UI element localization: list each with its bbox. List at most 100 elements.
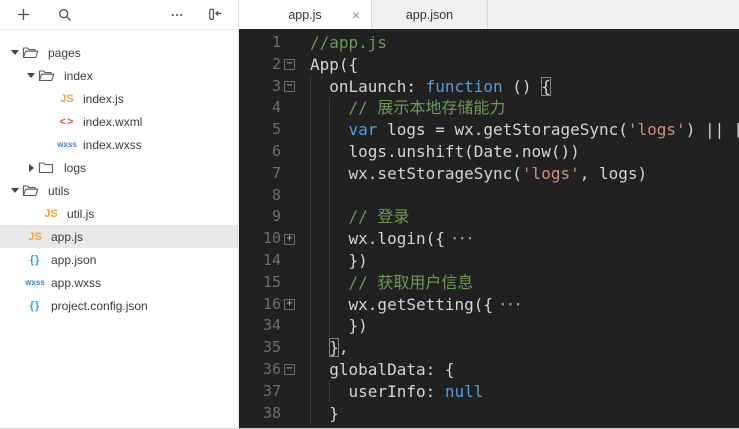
line-number: 34 xyxy=(239,315,281,337)
chevron-down-icon[interactable] xyxy=(8,50,22,55)
line-number: 9 xyxy=(239,206,281,228)
tree-folder-pages[interactable]: pages xyxy=(0,41,238,64)
line-number: 5 xyxy=(239,119,281,141)
close-icon[interactable]: × xyxy=(352,8,360,22)
tree-file-app.wxss[interactable]: wxssapp.wxss xyxy=(0,271,238,294)
code-token xyxy=(310,98,349,117)
fold-gutter: + xyxy=(281,294,298,316)
indent-guide xyxy=(329,185,330,207)
code-token: // 获取用户信息 xyxy=(349,273,474,292)
folder-open-icon xyxy=(22,184,40,197)
fold-collapse-icon[interactable]: − xyxy=(284,81,295,92)
fold-expand-icon[interactable]: + xyxy=(284,299,295,310)
fold-collapse-icon[interactable]: − xyxy=(284,59,295,70)
tree-file-index.js[interactable]: JSindex.js xyxy=(0,87,238,110)
tree-item-label: app.json xyxy=(51,253,96,267)
code-token: { xyxy=(541,77,551,96)
code-token: wx.getSetting({ xyxy=(310,295,493,314)
fold-gutter xyxy=(281,141,298,163)
code-content: }) xyxy=(298,315,739,337)
tree-item-label: app.wxss xyxy=(51,276,101,290)
tree-item-label: util.js xyxy=(67,207,94,221)
tree-file-util.js[interactable]: JSutil.js xyxy=(0,202,238,225)
code-token: function xyxy=(426,77,503,96)
code-token: } xyxy=(329,338,339,357)
line-number: 37 xyxy=(239,381,281,403)
fold-expand-icon[interactable]: + xyxy=(284,234,295,245)
code-content: wx.getSetting({··· xyxy=(298,294,739,316)
tree-file-index.wxss[interactable]: wxssindex.wxss xyxy=(0,133,238,156)
code-line: 4 // 展示本地存储能力 xyxy=(239,97,739,119)
collapse-sidebar-icon xyxy=(208,7,223,22)
tree-file-app.json[interactable]: {}app.json xyxy=(0,248,238,271)
line-number: 14 xyxy=(239,250,281,272)
new-file-button[interactable] xyxy=(14,6,32,24)
code-line: 5 var logs = wx.getStorageSync('logs') |… xyxy=(239,119,739,141)
line-number: 16 xyxy=(239,294,281,316)
tree-file-index.wxml[interactable]: <>index.wxml xyxy=(0,110,238,133)
file-icon-js: JS xyxy=(38,209,64,219)
tab-bar: app.js×app.json xyxy=(239,0,739,29)
fold-collapse-icon[interactable]: − xyxy=(284,364,295,375)
fold-gutter xyxy=(281,97,298,119)
fold-gutter xyxy=(281,163,298,185)
tree-item-label: index.wxss xyxy=(83,138,142,152)
line-number: 6 xyxy=(239,141,281,163)
app-window: pagesindexJSindex.js<>index.wxmlwxssinde… xyxy=(0,0,739,429)
code-line: 37 userInfo: null xyxy=(239,381,739,403)
chevron-down-icon[interactable] xyxy=(8,188,22,193)
code-content xyxy=(298,185,739,207)
fold-gutter: − xyxy=(281,76,298,98)
file-icon-wxml: <> xyxy=(54,117,80,127)
code-line: 2−App({ xyxy=(239,54,739,76)
file-icon-json: {} xyxy=(22,255,48,265)
code-line: 16+ wx.getSetting({··· xyxy=(239,294,739,316)
code-line: 3− onLaunch: function () { xyxy=(239,76,739,98)
tree-folder-index[interactable]: index xyxy=(0,64,238,87)
fold-gutter: − xyxy=(281,54,298,76)
tree-file-project.config.json[interactable]: {}project.config.json xyxy=(0,294,238,317)
explorer-toolbar xyxy=(0,0,238,30)
file-explorer-sidebar: pagesindexJSindex.js<>index.wxmlwxssinde… xyxy=(0,0,239,428)
tree-folder-logs[interactable]: logs xyxy=(0,156,238,179)
line-number: 3 xyxy=(239,76,281,98)
search-button[interactable] xyxy=(56,6,74,24)
code-content: wx.setStorageSync('logs', logs) xyxy=(298,163,739,185)
tree-folder-utils[interactable]: utils xyxy=(0,179,238,202)
code-token: }) xyxy=(310,251,368,270)
line-number: 35 xyxy=(239,337,281,359)
code-content: // 登录 xyxy=(298,206,739,228)
fold-gutter xyxy=(281,403,298,425)
collapse-sidebar-button[interactable] xyxy=(206,6,224,24)
code-content: logs.unshift(Date.now()) xyxy=(298,141,739,163)
file-icon-wxss: wxss xyxy=(54,140,80,150)
more-actions-button[interactable] xyxy=(168,6,186,24)
tab-app.js[interactable]: app.js× xyxy=(239,0,372,29)
file-tree: pagesindexJSindex.js<>index.wxmlwxssinde… xyxy=(0,30,238,428)
folder-open-icon xyxy=(38,69,56,82)
code-line: 1//app.js xyxy=(239,32,739,54)
fold-gutter xyxy=(281,32,298,54)
code-token: 'logs' xyxy=(522,164,580,183)
chevron-down-icon[interactable] xyxy=(24,73,38,78)
indent-guide xyxy=(310,185,311,207)
code-token: ··· xyxy=(450,229,473,248)
code-line: 14 }) xyxy=(239,250,739,272)
code-token: wx.login({ xyxy=(310,229,445,248)
file-icon-js: JS xyxy=(54,94,80,104)
code-content: }, xyxy=(298,337,739,359)
tree-item-label: pages xyxy=(48,46,81,60)
line-number: 10 xyxy=(239,228,281,250)
code-token: () xyxy=(503,77,542,96)
code-editor[interactable]: 1//app.js2−App({3− onLaunch: function ()… xyxy=(239,29,739,428)
code-token xyxy=(310,338,329,357)
code-content: globalData: { xyxy=(298,359,739,381)
code-line: 8 xyxy=(239,185,739,207)
chevron-right-icon[interactable] xyxy=(24,164,38,172)
line-number: 1 xyxy=(239,32,281,54)
tab-app.json[interactable]: app.json xyxy=(372,0,488,29)
code-content: var logs = wx.getStorageSync('logs') || … xyxy=(298,119,739,141)
tree-file-app.js[interactable]: JSapp.js xyxy=(0,225,238,248)
code-content: }) xyxy=(298,250,739,272)
ellipsis-icon xyxy=(170,8,184,22)
